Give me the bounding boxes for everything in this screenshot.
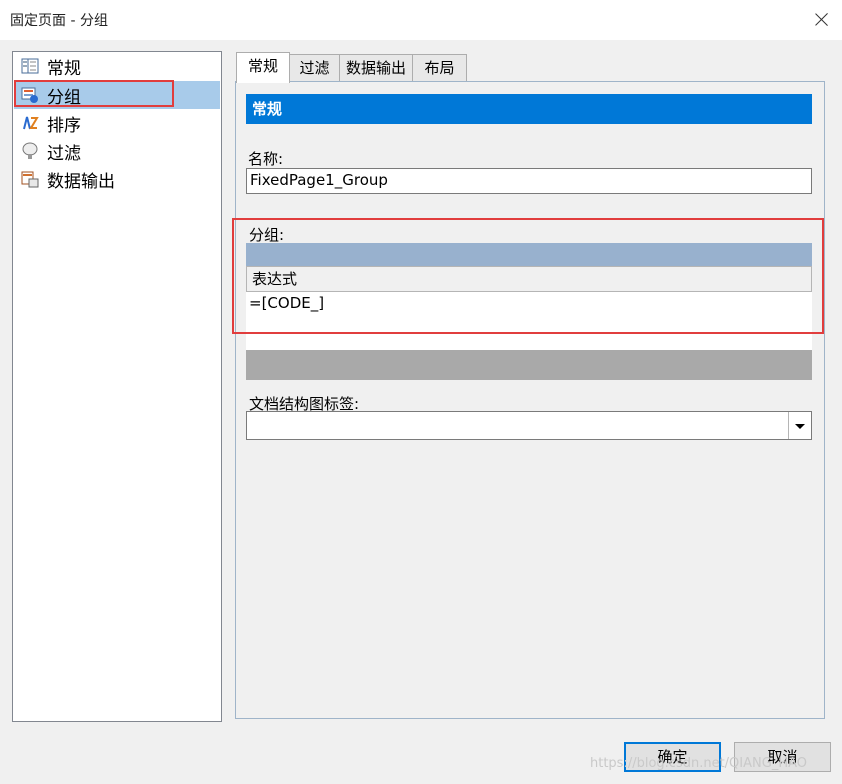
sidebar-item-label: 过滤: [47, 144, 81, 164]
sidebar-item-data-output[interactable]: 数据输出: [14, 165, 220, 193]
window-title: 固定页面 - 分组: [10, 13, 108, 29]
name-label: 名称:: [248, 150, 284, 168]
name-field[interactable]: FixedPage1_Group: [246, 168, 812, 194]
title-bar: 固定页面 - 分组: [0, 0, 842, 40]
tab-data-output[interactable]: 数据输出: [339, 54, 413, 82]
sidebar: 常规 分组 排序 过滤 数据输出: [12, 51, 222, 722]
sidebar-item-label: 常规: [47, 59, 81, 79]
tab-layout[interactable]: 布局: [412, 54, 467, 82]
tab-filter[interactable]: 过滤: [289, 54, 340, 82]
sort-icon: [23, 116, 39, 130]
watermark: https://blog.csdn.net/QIANG_HAO: [590, 756, 807, 771]
tab-general[interactable]: 常规: [236, 52, 290, 83]
sidebar-item-sort[interactable]: 排序: [14, 109, 220, 137]
filter-icon: [22, 142, 38, 159]
grid-footer: [246, 350, 812, 380]
docmap-combo[interactable]: [246, 411, 812, 440]
general-icon: [21, 58, 39, 74]
highlight-box: [232, 218, 824, 334]
sidebar-item-label: 数据输出: [47, 172, 115, 192]
chevron-down-icon[interactable]: [788, 412, 811, 439]
close-icon[interactable]: [808, 5, 836, 33]
data-output-icon: [21, 171, 39, 188]
sidebar-item-label: 排序: [47, 116, 81, 136]
highlight-box: [14, 80, 174, 107]
sidebar-item-filter[interactable]: 过滤: [14, 137, 220, 165]
section-header: 常规: [246, 94, 812, 124]
sidebar-item-general[interactable]: 常规: [14, 52, 220, 80]
